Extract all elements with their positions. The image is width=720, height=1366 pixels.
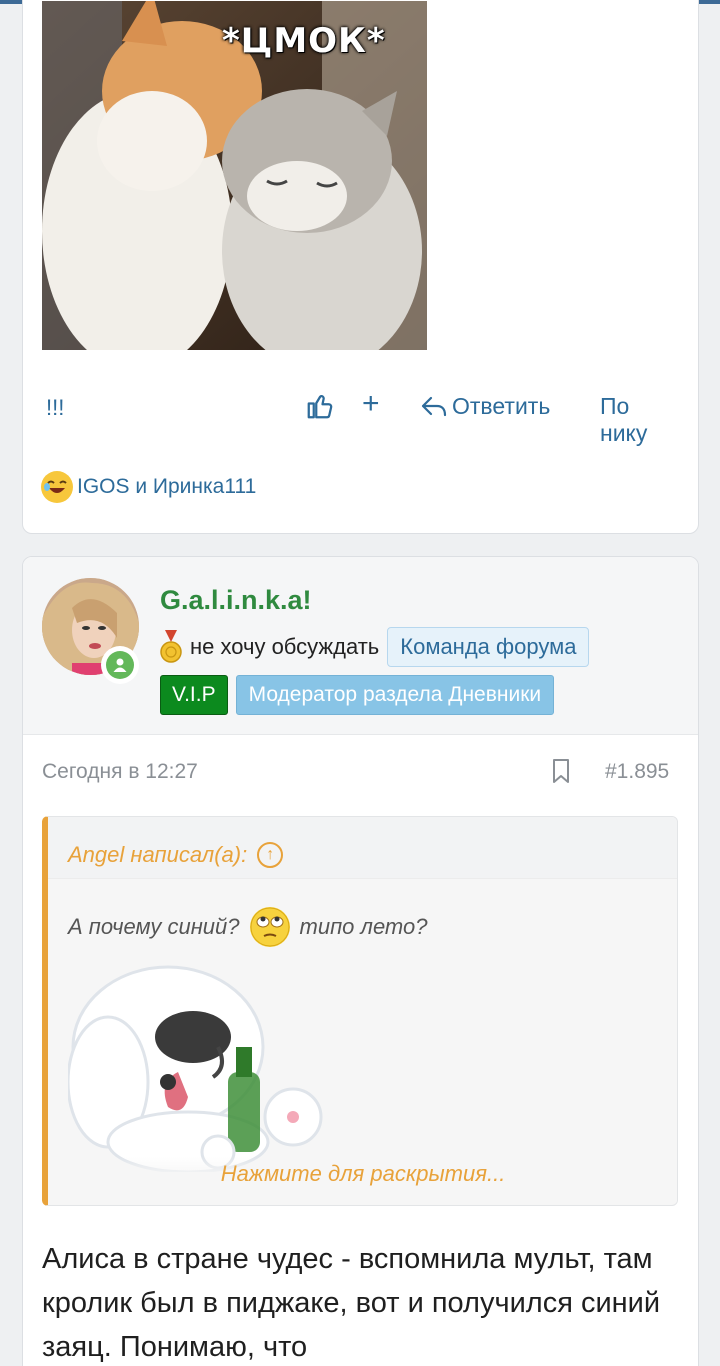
post-actions: !!! + Ответить По нику — [42, 389, 682, 447]
reply-arrow-icon — [421, 396, 447, 416]
user-badges: V.I.P Модератор раздела Дневники — [160, 675, 555, 715]
image-caption: *ЦМОК* — [222, 21, 386, 61]
message-text: !!! — [46, 395, 65, 420]
reply-button[interactable]: Ответить — [420, 393, 550, 420]
post-date[interactable]: Сегодня в 12:27 — [42, 760, 198, 784]
by-nick-button[interactable]: По нику — [600, 393, 682, 447]
quote-block: Angel написал(а): ↑ А почему синий? типо… — [42, 816, 678, 1206]
plus-button[interactable]: + — [362, 389, 380, 419]
quote-text: А почему синий? типо лето? — [68, 907, 427, 947]
post-image-cats[interactable]: *ЦМОК* — [42, 1, 427, 350]
thumbs-up-icon — [307, 394, 333, 419]
user-title: не хочу обсуждать — [190, 634, 380, 659]
user-header: G.a.l.i.n.k.a! не хочу обсуждать Команда… — [23, 557, 698, 735]
laughing-emoji-icon — [41, 471, 73, 503]
badge-forum-team: Команда форума — [387, 627, 590, 667]
quote-text-before: А почему синий? — [68, 914, 240, 939]
dog-sticker-image — [66, 952, 328, 1174]
post-number[interactable]: #1.895 — [605, 760, 669, 784]
post-card: G.a.l.i.n.k.a! не хочу обсуждать Команда… — [22, 556, 699, 1366]
medal-icon — [160, 630, 182, 664]
expand-quote-link[interactable]: Нажмите для раскрытия... — [48, 1157, 677, 1203]
quote-author[interactable]: Angel написал(а): — [68, 842, 247, 868]
reactions-names: IGOS и Иринка111 — [77, 475, 257, 498]
badge-moderator: Модератор раздела Дневники — [235, 675, 555, 715]
online-status-icon — [101, 646, 139, 684]
user-title-row: не хочу обсуждать Команда форума — [160, 627, 590, 667]
quote-header: Angel написал(а): ↑ — [48, 817, 677, 879]
rolling-eyes-emoji-icon — [249, 907, 290, 947]
reply-label: Ответить — [452, 393, 551, 419]
arrow-up-circle-icon[interactable]: ↑ — [257, 842, 284, 868]
username[interactable]: G.a.l.i.n.k.a! — [160, 585, 312, 616]
quote-text-after: типо лето? — [299, 914, 428, 939]
bookmark-icon[interactable] — [551, 758, 571, 784]
post-body-text: Алиса в стране чудес - вспомнила мульт, … — [42, 1243, 661, 1363]
reactions-summary[interactable]: IGOS и Иринка111 — [41, 471, 256, 503]
post-card: *ЦМОК* !!! + Ответить По нику IGOS и Ири… — [22, 0, 699, 534]
like-button[interactable] — [305, 391, 335, 421]
badge-vip: V.I.P — [160, 675, 228, 715]
